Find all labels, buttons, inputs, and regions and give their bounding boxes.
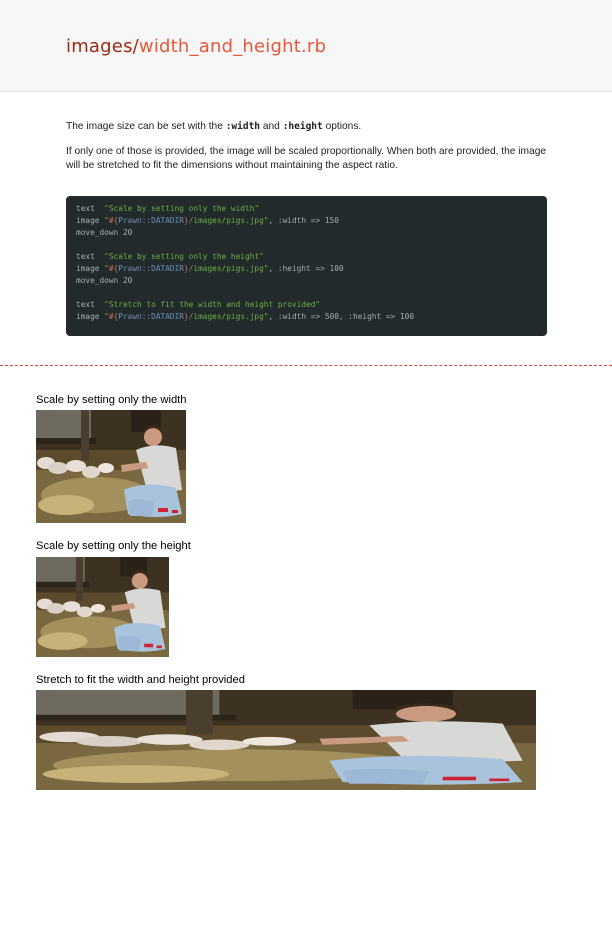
code-keyword: text — [76, 204, 105, 213]
code-string: /images/pigs.jpg" — [188, 216, 269, 225]
code-string: "Stretch to fit the width and height pro… — [104, 300, 321, 309]
code-interpolation: #{ — [108, 312, 119, 321]
code-line: image "#{Prawn::DATADIR}/images/pigs.jpg… — [76, 215, 537, 227]
code-line: image "#{Prawn::DATADIR}/images/pigs.jpg… — [76, 311, 537, 323]
inline-code-width: :width — [225, 121, 261, 132]
code-line: move_down 20 — [76, 228, 133, 237]
pigs-photo-width — [36, 410, 186, 523]
code-block: text "Scale by setting only the width" i… — [66, 196, 547, 336]
title-filename: width_and_height.rb — [138, 36, 327, 57]
caption-stretch: Stretch to fit the width and height prov… — [36, 674, 245, 686]
pigs-photo-stretched — [36, 690, 536, 790]
code-line: move_down 20 — [76, 276, 133, 285]
title-directory: images/ — [66, 36, 139, 57]
description-scaling: If only one of those is provided, the im… — [66, 146, 547, 171]
inline-code-height: :height — [282, 121, 323, 132]
description-options: The image size can be set with the :widt… — [66, 120, 548, 134]
page-header: images/width_and_height.rb — [0, 0, 612, 92]
code-keyword: image — [76, 264, 105, 273]
code-line: text "Scale by setting only the width" — [76, 203, 537, 215]
code-constant: Prawn::DATADIR — [118, 216, 184, 225]
code-keyword: text — [76, 300, 105, 309]
code-args: , :width => 150 — [268, 216, 339, 225]
page-title: images/width_and_height.rb — [66, 36, 326, 57]
section-divider — [0, 365, 612, 366]
code-interpolation: #{ — [108, 216, 119, 225]
code-args: , :height => 100 — [268, 264, 344, 273]
code-keyword: text — [76, 252, 105, 261]
caption-height: Scale by setting only the height — [36, 540, 191, 552]
code-constant: Prawn::DATADIR — [118, 312, 184, 321]
code-args: , :width => 500, :height => 100 — [268, 312, 415, 321]
code-string: /images/pigs.jpg" — [188, 312, 269, 321]
code-string: /images/pigs.jpg" — [188, 264, 269, 273]
code-interpolation: #{ — [108, 264, 119, 273]
desc-text: The image size can be set with the — [66, 121, 226, 132]
pigs-photo-height — [36, 557, 169, 657]
code-line: text "Scale by setting only the height" — [76, 251, 537, 263]
code-line: image "#{Prawn::DATADIR}/images/pigs.jpg… — [76, 263, 537, 275]
code-string: "Scale by setting only the width" — [104, 204, 260, 213]
code-constant: Prawn::DATADIR — [118, 264, 184, 273]
caption-width: Scale by setting only the width — [36, 394, 187, 406]
code-string: "Scale by setting only the height" — [104, 252, 264, 261]
desc-text: and — [260, 121, 283, 132]
code-line: text "Stretch to fit the width and heigh… — [76, 299, 537, 311]
code-keyword: image — [76, 312, 105, 321]
desc-text: options. — [322, 121, 362, 132]
code-keyword: image — [76, 216, 105, 225]
